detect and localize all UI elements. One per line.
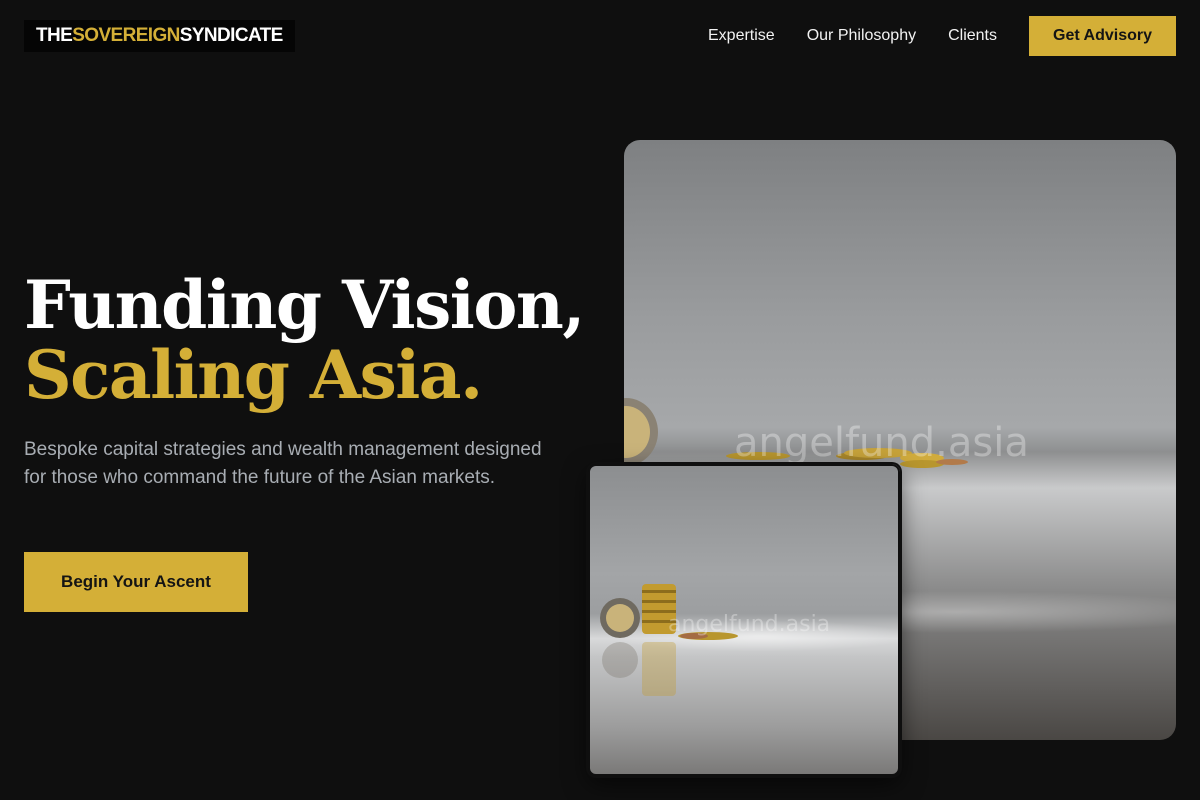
- coin-stack-shape: [642, 600, 676, 603]
- coin-reflection-shape: [602, 642, 638, 678]
- landing-page: THE SOVEREIGN SYNDICATE Expertise Our Ph…: [0, 0, 1200, 800]
- logo-text-the: THE: [36, 25, 73, 46]
- logo-text-syndicate: SYNDICATE: [179, 25, 284, 46]
- nav-link-our-philosophy[interactable]: Our Philosophy: [807, 27, 916, 45]
- hero-heading: Funding Vision, Scaling Asia.: [24, 266, 585, 414]
- nav-link-expertise[interactable]: Expertise: [708, 27, 775, 45]
- brand-logo[interactable]: THE SOVEREIGN SYNDICATE: [24, 20, 295, 52]
- site-header: THE SOVEREIGN SYNDICATE Expertise Our Ph…: [0, 0, 1200, 72]
- hero-heading-line2: Scaling Asia.: [24, 336, 483, 414]
- coin-stack-shape: [642, 590, 676, 593]
- watermark-text: angelfund.asia: [734, 420, 1029, 466]
- coin-shape: [606, 604, 634, 632]
- hero-description: Bespoke capital strategies and wealth ma…: [24, 439, 542, 488]
- hero-image-coins-small: angelfund.asia: [588, 464, 900, 776]
- begin-your-ascent-button[interactable]: Begin Your Ascent: [24, 552, 248, 612]
- coin-reflection-shape: [642, 642, 676, 696]
- nav-link-clients[interactable]: Clients: [948, 27, 997, 45]
- watermark-text: angelfund.asia: [668, 612, 831, 637]
- hero-heading-line1: Funding Vision,: [24, 266, 585, 344]
- get-advisory-button[interactable]: Get Advisory: [1029, 16, 1176, 56]
- logo-text-sovereign: SOVEREIGN: [72, 25, 180, 46]
- main-nav: Expertise Our Philosophy Clients Get Adv…: [708, 16, 1176, 56]
